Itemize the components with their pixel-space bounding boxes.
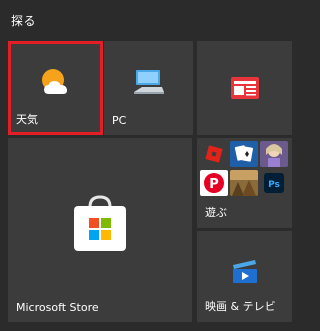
store-bag-icon	[74, 195, 126, 251]
pc-monitor-icon	[133, 70, 164, 95]
tile-movies[interactable]: 映画 & テレビ	[197, 231, 292, 322]
solitaire-icon[interactable]	[230, 141, 258, 167]
pinterest-icon[interactable]: P	[200, 170, 228, 196]
news-icon	[230, 77, 259, 99]
tile-store-label: Microsoft Store	[16, 301, 99, 314]
tile-pc[interactable]: PC	[104, 41, 193, 135]
tile-weather[interactable]: 天気	[8, 41, 103, 135]
weather-sun-cloud-icon	[41, 69, 67, 95]
movies-tv-icon	[232, 260, 257, 284]
game-character-icon[interactable]	[260, 141, 288, 167]
game-scene-icon[interactable]	[230, 170, 258, 196]
tile-store[interactable]: Microsoft Store	[8, 138, 192, 322]
tile-movies-label: 映画 & テレビ	[205, 300, 276, 313]
tile-play-label: 遊ぶ	[205, 206, 227, 219]
roblox-icon[interactable]	[200, 141, 228, 167]
group-title[interactable]: 探る	[11, 12, 36, 29]
tile-pc-label: PC	[112, 114, 127, 127]
svg-text:Ps: Ps	[268, 180, 280, 190]
start-menu-group: 探る 天気 PC Microsoft Store P Ps 遊ぶ 映画 & テレ…	[0, 0, 300, 331]
tile-play[interactable]: P Ps 遊ぶ	[197, 138, 292, 228]
tile-news[interactable]	[197, 41, 292, 135]
tile-weather-label: 天気	[16, 113, 38, 126]
svg-text:P: P	[209, 177, 219, 192]
photoshop-express-icon[interactable]: Ps	[260, 170, 288, 196]
